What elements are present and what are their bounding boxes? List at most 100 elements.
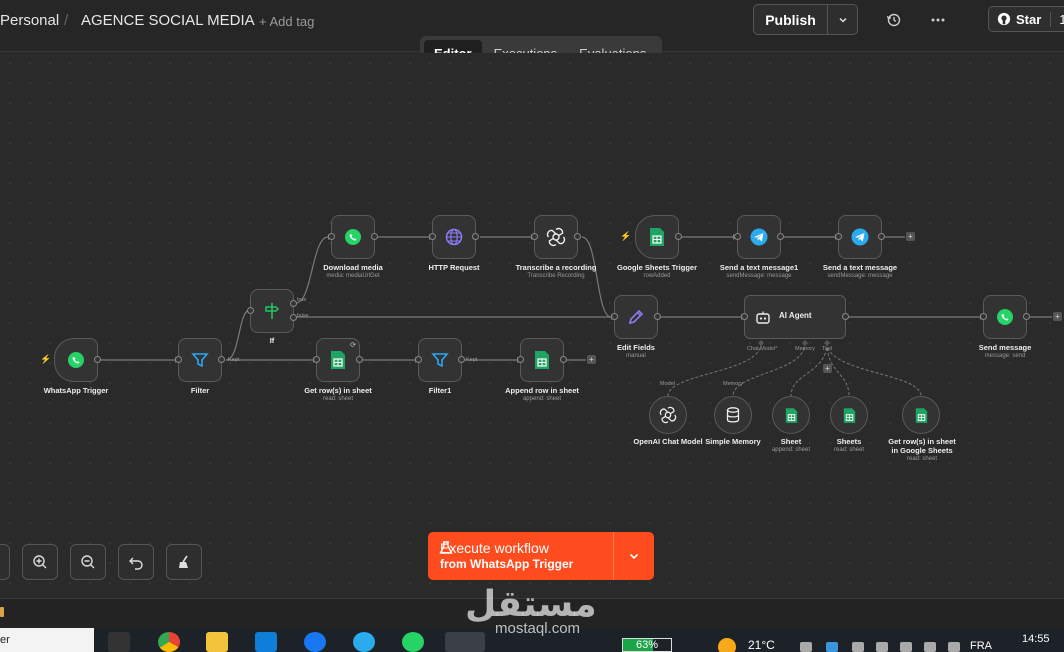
execute-label: Execute workflow [440,540,549,556]
node-http-request[interactable] [429,215,479,259]
node-subtitle: read: sheet [833,447,865,453]
zoom-out-icon [81,555,95,569]
if-true-label: true [297,297,307,303]
node-edit-fields[interactable] [611,295,661,339]
github-star-button[interactable]: Star 1 [988,6,1064,32]
memory-caption: Memory [723,381,743,387]
google-sheets-icon [535,351,549,369]
whatsapp-app-icon[interactable] [402,632,424,652]
undo-button[interactable] [118,544,154,580]
undo-icon [129,557,143,570]
add-node-plus-icon[interactable]: + [587,355,596,364]
telegram-icon [750,228,768,246]
chrome-icon[interactable] [158,632,180,652]
add-node-plus-icon[interactable]: + [1053,312,1062,321]
node-if[interactable] [247,289,297,333]
weather-temperature[interactable]: 21°C [748,638,775,652]
node-subtitle: read: sheet [322,396,354,402]
taskbar-clock[interactable]: 14:55 [1022,633,1050,645]
file-explorer-icon[interactable] [206,632,228,652]
node-sheet-tool[interactable] [772,396,810,434]
node-ai-agent[interactable]: AI Agent [741,295,849,339]
node-subtitle: sendMessage: message [726,273,792,279]
node-label: Edit Fields [617,343,655,352]
trigger-bolt-icon: ⚡ [620,231,632,241]
node-openai-chat-model[interactable] [649,396,687,434]
pencil-icon [628,309,644,325]
tidy-up-button[interactable] [166,544,202,580]
node-filter[interactable] [175,338,225,382]
node-label: Get row(s) in sheet in Google Sheets [888,437,956,455]
execute-sublabel: from WhatsApp Trigger [440,557,574,571]
node-get-rows-tool[interactable] [902,396,940,434]
fit-view-button[interactable] [0,544,10,580]
zoom-in-button[interactable] [22,544,58,580]
speaker-icon[interactable] [924,642,936,652]
star-label: Star [1016,11,1042,27]
node-whatsapp-trigger[interactable] [54,338,101,382]
facebook-icon[interactable] [304,632,326,652]
node-label: Filter [190,386,210,395]
tray-icon[interactable] [800,642,812,652]
node-transcribe[interactable] [531,215,581,259]
node-label: Send message [978,343,1032,352]
add-tool-plus-icon[interactable]: + [823,364,832,373]
node-label: Send a text message [822,263,898,272]
node-subtitle: message: send [984,353,1026,359]
node-subtitle: sendMessage: message [827,273,893,279]
wifi-icon[interactable] [900,642,912,652]
tray-icon[interactable] [876,642,888,652]
conn-chat-model-label: Chat Model* [747,346,778,352]
signpost-icon [265,303,280,319]
edge-filter-if [225,309,251,361]
telegram-app-icon[interactable] [353,632,375,652]
node-append-row[interactable] [517,338,567,382]
add-tag-button[interactable]: + Add tag [259,14,314,29]
node-filter1[interactable] [415,338,465,382]
zoom-in-icon [33,555,47,569]
node-sheets-tool[interactable] [830,396,868,434]
model-caption: Model [660,381,675,387]
add-node-plus-icon[interactable]: + [906,232,915,241]
openai-icon [659,406,677,424]
whatsapp-icon [68,352,84,368]
chrome-active-icon[interactable] [445,632,485,652]
node-label: Sheets [836,437,862,446]
node-send-message[interactable] [980,295,1030,339]
zoom-out-button[interactable] [70,544,106,580]
microsoft-store-icon[interactable] [255,632,277,652]
node-send-text-1[interactable] [734,215,784,259]
publish-button[interactable]: Publish [753,4,858,35]
history-icon[interactable] [884,10,904,30]
broom-icon [179,555,188,568]
node-send-text-2[interactable] [835,215,885,259]
robot-icon [756,311,770,324]
onedrive-icon[interactable] [826,642,838,652]
node-simple-memory[interactable] [714,396,752,434]
tray-icon[interactable] [852,642,864,652]
if-false-label: false [297,313,309,319]
node-sheets-trigger[interactable] [635,215,682,259]
breadcrumb-project[interactable]: Personal [0,12,59,29]
chevron-down-icon[interactable] [828,5,857,34]
node-get-rows[interactable]: ⟳ [313,338,363,382]
node-subtitle: media: mediaUrlGet [326,273,380,279]
execute-workflow-button[interactable]: Execute workflow from WhatsApp Trigger [428,532,654,580]
watermark-url: mostaql.com [495,620,581,637]
breadcrumb-separator: / [64,12,69,29]
weather-sun-icon [718,638,736,652]
taskbar-search-input[interactable]: er [0,628,94,652]
google-sheets-icon [915,407,927,423]
tray-icon[interactable] [948,642,960,652]
workflow-canvas[interactable]: ⚡ WhatsApp Trigger Filter Kept true fals… [0,53,1064,598]
workflow-name[interactable]: AGENCE SOCIAL MEDIA [81,12,255,29]
kept-label: Kept [466,357,478,363]
node-download-media[interactable] [328,215,378,259]
telegram-icon [851,228,869,246]
task-view-icon[interactable] [108,632,130,652]
language-indicator[interactable]: FRA [970,640,992,652]
execute-main[interactable]: Execute workflow from WhatsApp Trigger [428,532,614,580]
more-options-icon[interactable] [928,10,948,30]
publish-label[interactable]: Publish [754,5,828,34]
chevron-down-icon[interactable] [614,532,654,580]
